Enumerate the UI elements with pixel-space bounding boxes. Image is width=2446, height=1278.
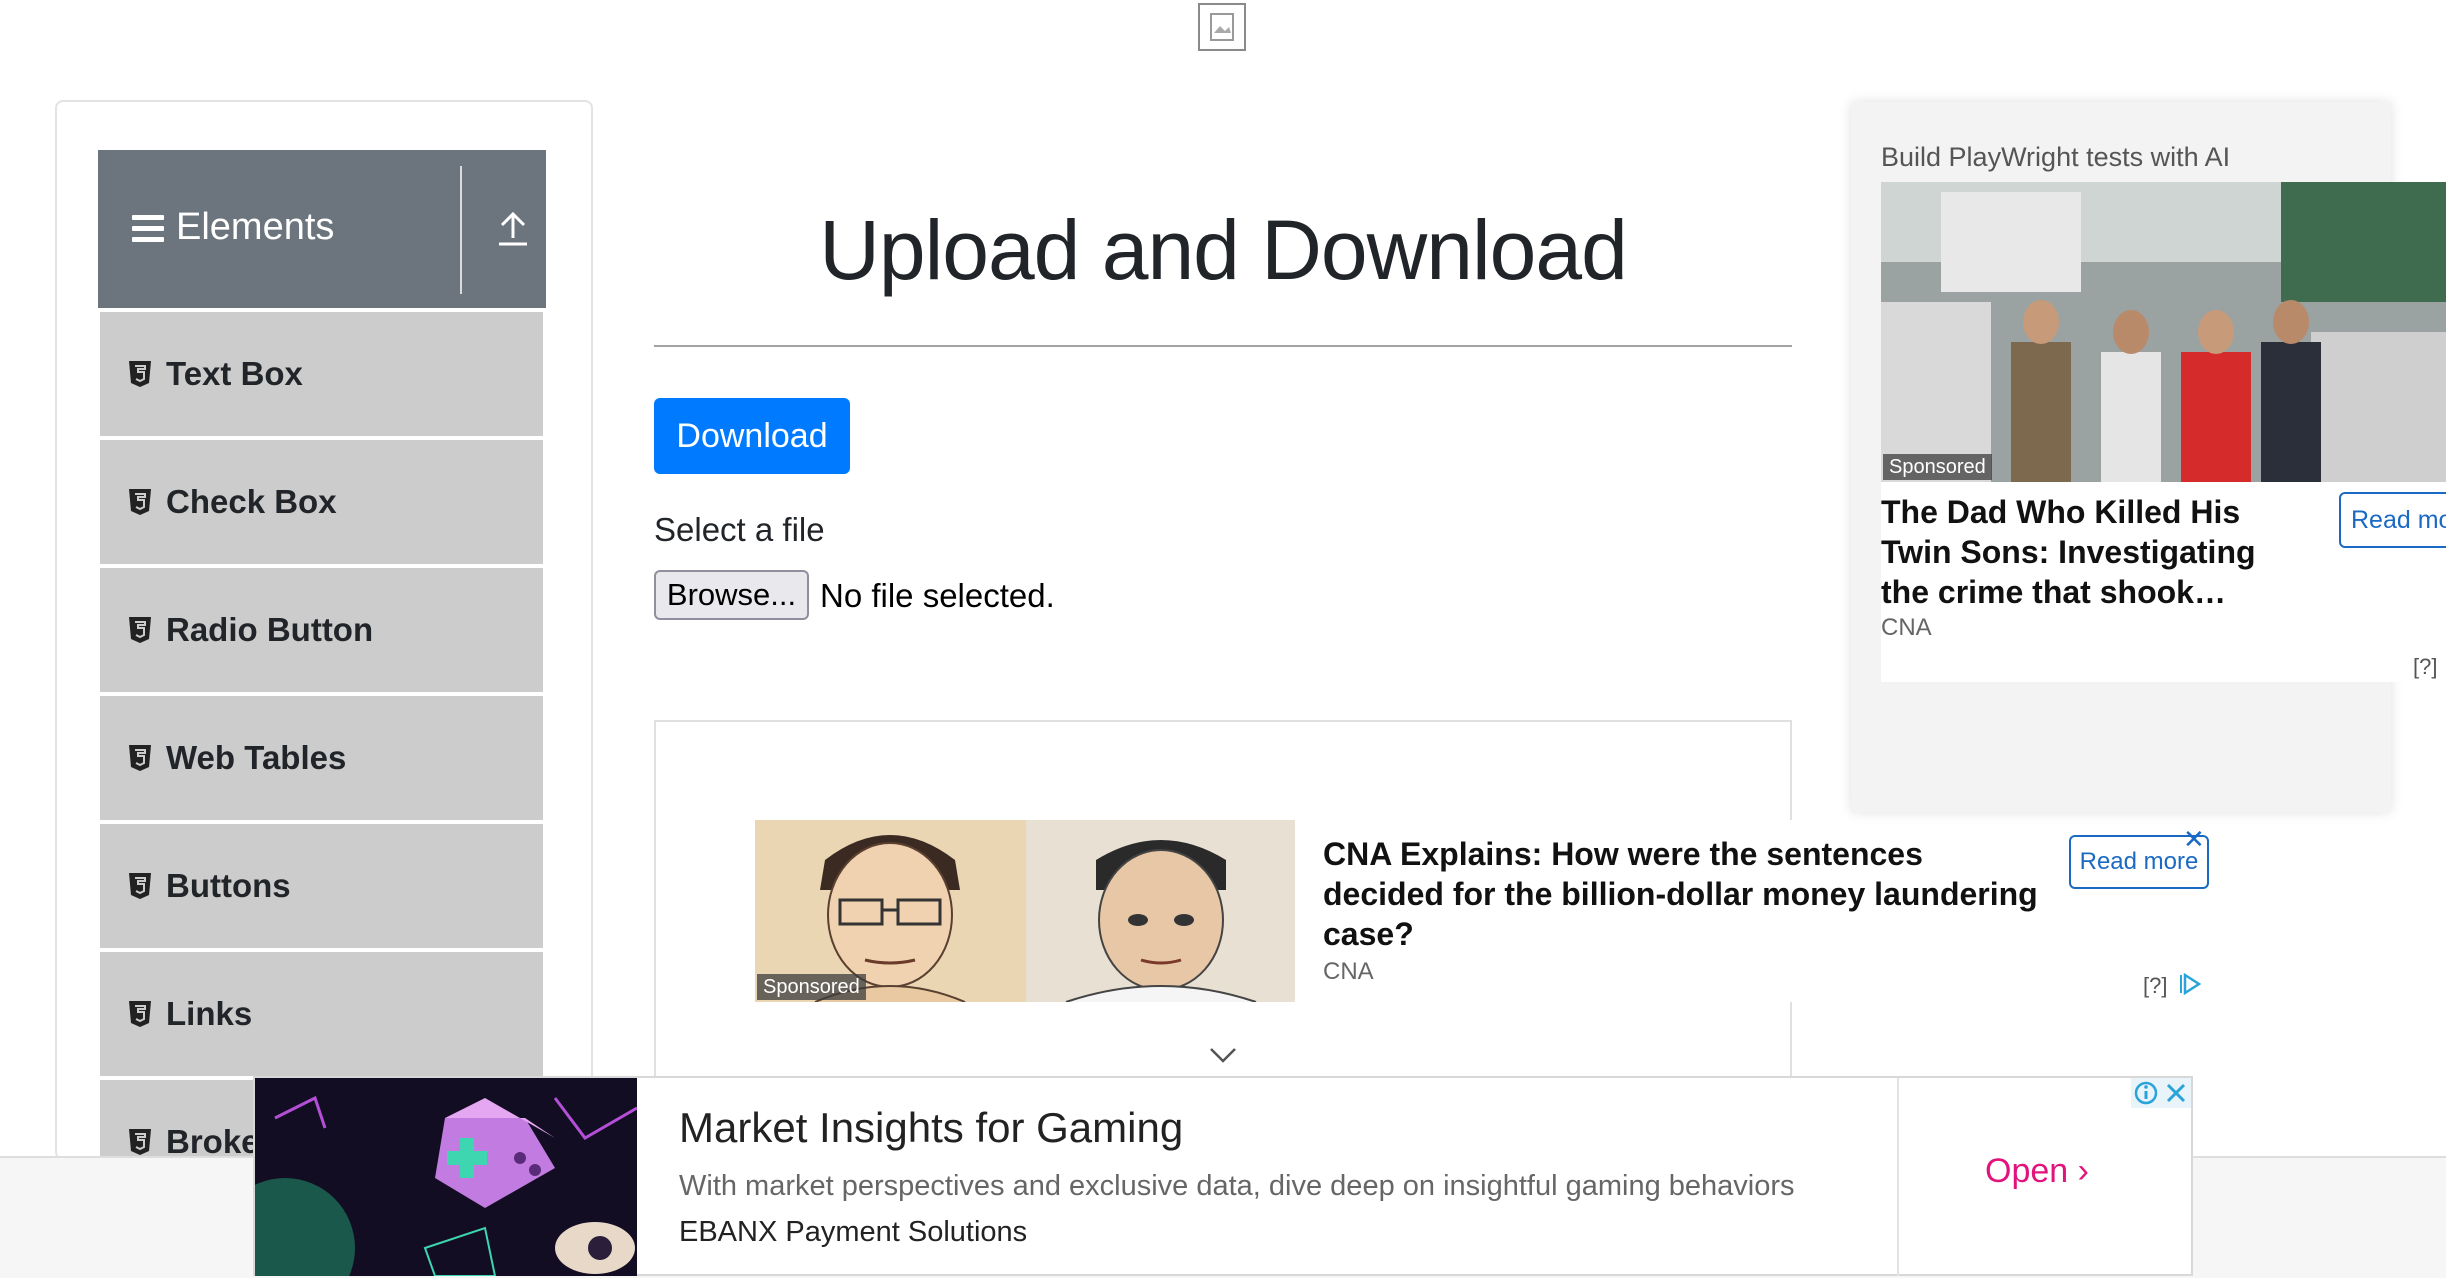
html5-shield-icon (129, 1001, 151, 1027)
sponsored-badge: Sponsored (757, 974, 866, 1000)
close-icon[interactable] (2161, 1078, 2191, 1108)
ad-image-sketch-2[interactable] (1026, 820, 1295, 1002)
ad-source: CNA (1323, 958, 1374, 985)
right-sidebar-ad: Build PlayWright tests with AI Sponsored (1851, 102, 2446, 812)
gamepad-ad-image[interactable] (255, 1078, 637, 1276)
close-icon[interactable]: ✕ (2183, 826, 2205, 852)
html5-shield-icon (129, 1129, 151, 1155)
sidebar-item-buttons[interactable]: Buttons (100, 824, 543, 952)
sidebar-item-text-box[interactable]: Text Box (100, 312, 543, 440)
info-icon[interactable] (2131, 1078, 2161, 1108)
file-status: No file selected. (820, 577, 1055, 614)
right-ad-card[interactable]: Sponsored The Dad Who Killed His Twin So… (1881, 182, 2446, 682)
bottom-ad-title[interactable]: Market Insights for Gaming (679, 1104, 1183, 1152)
hamburger-icon (132, 215, 164, 245)
sticky-bottom-ad[interactable]: Market Insights for Gaming With market p… (253, 1076, 2193, 1276)
html5-shield-icon (129, 489, 151, 515)
sidebar-item-label: Radio Button (166, 611, 374, 648)
select-file-label: Select a file (654, 511, 825, 548)
right-ad-headline[interactable]: The Dad Who Killed His Twin Sons: Invest… (1881, 492, 2301, 612)
adchoices-icon[interactable] (2179, 972, 2203, 996)
ad-image-sketch-1[interactable]: Sponsored (755, 820, 1026, 1002)
chevron-down-icon[interactable] (1208, 1044, 1238, 1066)
bottom-ad-divider (1897, 1078, 1899, 1276)
open-button[interactable]: Open › (1985, 1152, 2089, 1191)
html5-shield-icon (129, 617, 151, 643)
title-divider (654, 345, 1792, 347)
ad-photo[interactable]: Sponsored (1881, 182, 2446, 482)
html5-shield-icon (129, 873, 151, 899)
read-more-button[interactable]: Read mo (2339, 492, 2446, 548)
elements-group-header[interactable]: Elements (98, 150, 546, 308)
browse-button[interactable]: Browse... (654, 570, 809, 620)
sponsored-badge: Sponsored (1883, 454, 1992, 480)
bottom-ad-brand: EBANX Payment Solutions (679, 1216, 1028, 1248)
sidebar-item-radio-button[interactable]: Radio Button (100, 568, 543, 696)
sidebar-item-label: Links (166, 995, 253, 1032)
right-ad-source: CNA (1881, 614, 1932, 641)
inline-ad[interactable]: Sponsored CNA Explains: How were the sen… (755, 820, 2213, 1002)
bottom-ad-description: With market perspectives and exclusive d… (679, 1170, 1795, 1202)
upload-arrow-icon[interactable] (496, 210, 530, 248)
html5-shield-icon (129, 361, 151, 387)
sidebar-item-label: Buttons (166, 867, 291, 904)
download-button[interactable]: Download (654, 398, 850, 474)
ad-help-link[interactable]: [?] (2143, 973, 2167, 999)
html5-shield-icon (129, 745, 151, 771)
sidebar-item-check-box[interactable]: Check Box (100, 440, 543, 568)
ad-help-link[interactable]: [?] (2413, 654, 2437, 680)
sidebar-item-web-tables[interactable]: Web Tables (100, 696, 543, 824)
page-title: Upload and Download (819, 203, 1628, 297)
sidebar-item-label: Text Box (166, 355, 303, 392)
sidebar-item-label: Check Box (166, 483, 337, 520)
ad-headline[interactable]: CNA Explains: How were the sentences dec… (1323, 834, 2043, 954)
sidebar-item-links[interactable]: Links (100, 952, 543, 1080)
broken-image-icon (1198, 3, 1246, 51)
group-title: Elements (176, 206, 335, 248)
header-divider (460, 166, 462, 294)
right-ad-title: Build PlayWright tests with AI (1881, 142, 2231, 172)
sidebar-item-label: Web Tables (166, 739, 347, 776)
